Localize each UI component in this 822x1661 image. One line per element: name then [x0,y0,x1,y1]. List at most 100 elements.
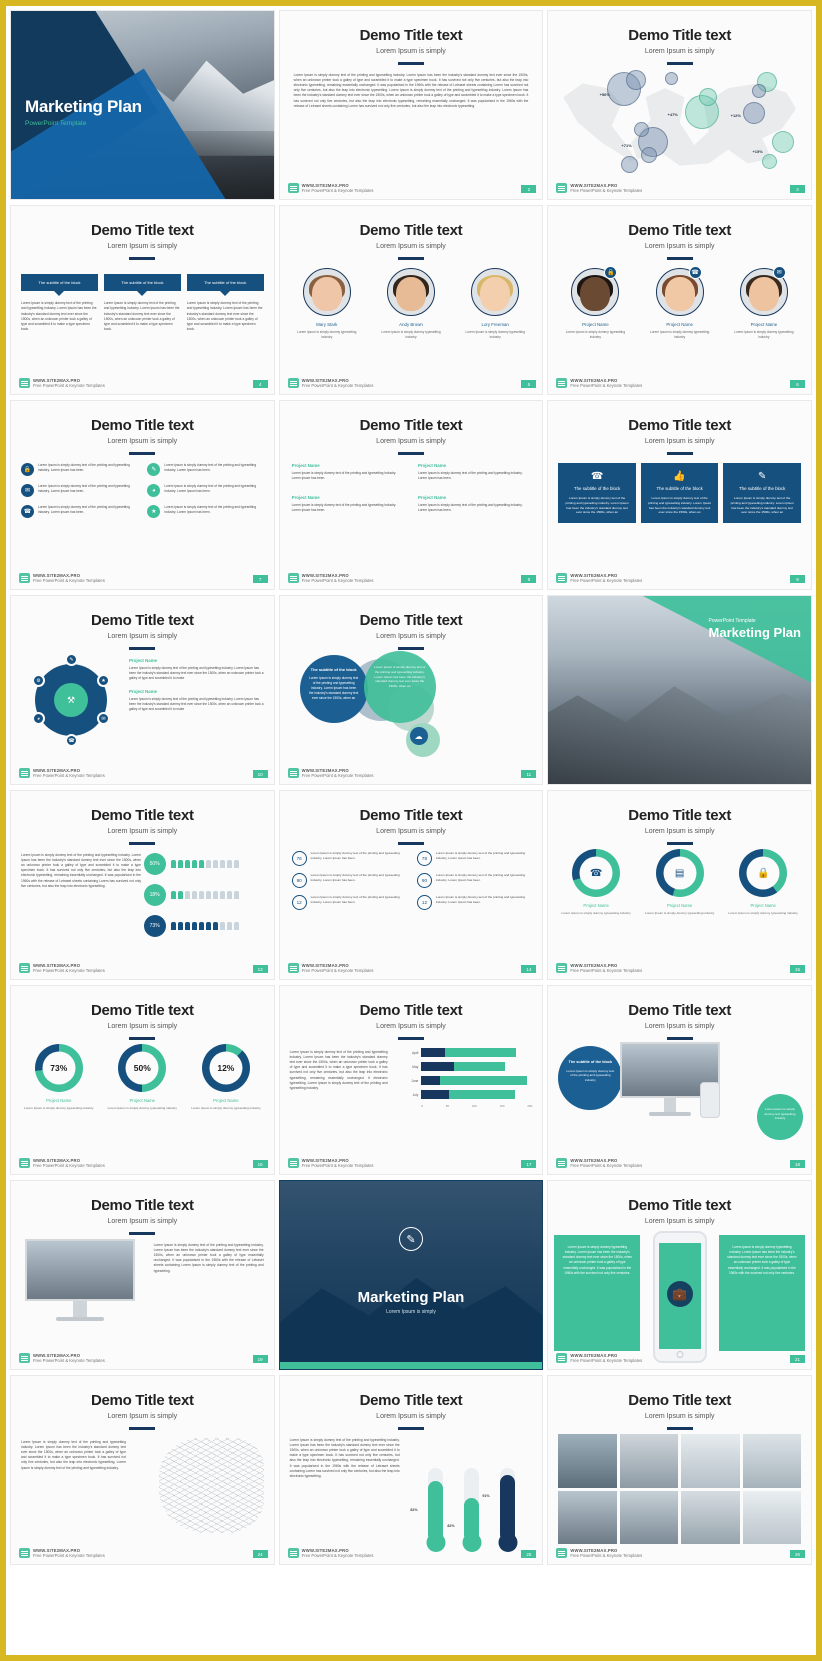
title-rule [129,1037,156,1040]
donut-desc: Lorem Ipsum is simply dummy typesetting … [107,1106,177,1110]
project-body: Lorem Ipsum is simply dummy text of the … [291,502,397,512]
briefcase-icon: ☁ [409,727,428,745]
site-logo-icon [19,1352,30,1363]
slide-thumbnail-15[interactable]: Demo Title text Lorem Ipsum is simply ☎ … [547,790,812,980]
mountain-photo [279,1181,543,1369]
slide-footer: WWW.SITE2MAX.PRO Free PowerPoint & Keyno… [556,1158,642,1169]
footer-tagline: Free PowerPoint & Keynote Templates [570,1552,643,1558]
project-title: Project Name [291,463,320,468]
slide-thumbnail-13[interactable]: Demo Title text Lorem Ipsum is simply Lo… [10,790,275,980]
slide-thumbnail-21[interactable]: Demo Title text Lorem Ipsum is simply Lo… [547,1180,812,1370]
slide-thumbnail-2[interactable]: Demo Title text Lorem Ipsum is simply Lo… [278,10,544,200]
page-title: Demo Title text [359,612,463,629]
donut-chart: 12% [201,1044,250,1092]
slide-thumbnail-9[interactable]: Demo Title text Lorem Ipsum is simply ☎ … [547,400,812,590]
donut-name: Project Name [583,903,609,908]
page-subtitle: Lorem Ipsum is simply [644,243,715,250]
world-map: +56% +47% +12% +71% +15% [558,63,801,177]
diagram-node: ★ [97,674,110,687]
donut-desc: Lorem Ipsum is simply dummy typesetting … [645,911,715,915]
slide-thumbnail-18[interactable]: Demo Title text Lorem Ipsum is simply Th… [547,985,812,1175]
item-text: Lorem Ipsum is simply dummy text of the … [38,505,130,514]
slide-thumbnail-4[interactable]: Demo Title text Lorem Ipsum is simply Th… [10,205,275,395]
monitor-stand [73,1301,87,1317]
card-body: Lorem Ipsum is simply dummy text of the … [730,496,794,515]
slide-number-badge: 15 [789,965,805,973]
bubble-body: Lorem Ipsum is simply dummy text of the … [374,665,426,689]
slide-thumbnail-24[interactable]: Demo Title text Lorem Ipsum is simply WW… [547,1375,812,1565]
member-name: Project Name [666,322,693,327]
team-member: Mary Stark Lorem Ipsum is simply dummy t… [288,268,366,340]
circle-bubble-primary: The subtitle of the block Lorem Ipsum is… [299,655,368,723]
site-logo-icon [287,377,299,388]
slide-thumbnail-14[interactable]: Demo Title text Lorem Ipsum is simply 76… [278,790,544,980]
page-subtitle: Lorem Ipsum is simply [376,243,446,250]
slide-thumbnail-1[interactable]: Marketing Plan PowerPoint Template [10,10,275,200]
gauge-bulb [498,1533,518,1552]
site-logo-icon [19,572,30,583]
slide-thumbnail-8[interactable]: Demo Title text Lorem Ipsum is simply Pr… [278,400,544,590]
map-bubble [742,101,765,124]
donut-desc: Lorem Ipsum is simply dummy typesetting … [24,1106,94,1110]
circle-bubble-secondary: Lorem Ipsum is simply dummy text of the … [363,651,436,723]
slide-thumbnail-17[interactable]: Demo Title text Lorem Ipsum is simply Lo… [278,985,544,1175]
cover-text: PowerPoint Template Marketing Plan [709,618,801,640]
info-bubble: The subtitle of the block Lorem Ipsum is… [558,1046,623,1110]
footer-tagline: Free PowerPoint & Keynote Templates [33,1357,105,1363]
footer-tagline: Free PowerPoint & Keynote Templates [301,967,374,973]
numbered-grid: 76 Lorem Ipsum is simply dummy text of t… [291,851,531,910]
percent-value: 73% [143,915,166,937]
slide-thumbnail-23[interactable]: Demo Title text Lorem Ipsum is simply Lo… [278,1375,544,1565]
donut-desc: Lorem Ipsum is simply dummy typesetting … [561,911,631,915]
map-label: +12% [730,113,741,119]
bar-category: April [411,1050,419,1055]
monitor-base [649,1112,692,1116]
footer-tagline: Free PowerPoint & Keynote Templates [33,1162,105,1168]
body-paragraph: Lorem Ipsum is simply dummy text of the … [21,853,141,888]
slide-grid: Marketing Plan PowerPoint Template Demo … [10,10,812,1565]
bubble-body: Lorem Ipsum is simply dummy text of the … [308,676,359,700]
diagram-text-column: Project Name Lorem Ipsum is simply dummy… [129,658,264,720]
bar-segment-1 [421,1062,454,1071]
number-badge: 76 [291,851,307,866]
item-text: Lorem Ipsum is simply dummy text of the … [310,873,400,882]
slide-thumbnail-11[interactable]: Demo Title text Lorem Ipsum is simply Th… [278,595,544,785]
donut-name: Project Name [213,1098,239,1103]
thermometer-chart: 82% 82% 91% [410,1434,534,1554]
phone-icon: ☎ [21,505,34,518]
map-bubble [762,154,778,170]
project-item: Project Name Lorem Ipsum is simply dummy… [418,463,530,481]
slide-thumbnail-19[interactable]: Demo Title text Lorem Ipsum is simply Lo… [10,1180,275,1370]
title-rule [129,1427,156,1430]
callout-blocks: The subtitle of the block Lorem Ipsum is… [21,274,264,333]
slide-thumbnail-3[interactable]: Demo Title text Lorem Ipsum is simply +5… [547,10,812,200]
slide-thumbnail-10[interactable]: Demo Title text Lorem Ipsum is simply ⚒ … [10,595,275,785]
gauge-bulb [462,1533,482,1552]
slide-thumbnail-6[interactable]: Demo Title text Lorem Ipsum is simply 🔒 … [547,205,812,395]
donut-item: 12% Project Name Lorem Ipsum is simply d… [186,1044,266,1111]
number-badge: 90 [291,873,307,888]
footer-tagline: Free PowerPoint & Keynote Templates [570,187,643,193]
slide-thumbnail-7[interactable]: Demo Title text Lorem Ipsum is simply 🔒 … [10,400,275,590]
people-icons [170,922,239,930]
title-rule [129,452,156,455]
title-rule [666,842,693,845]
page-title: Demo Title text [90,417,194,434]
slide-thumbnail-5[interactable]: Demo Title text Lorem Ipsum is simply Ma… [278,205,544,395]
map-label: +56% [599,91,610,97]
slide-thumbnail-16[interactable]: Demo Title text Lorem Ipsum is simply 73… [10,985,275,1175]
right-text-panel: Lorem Ipsum is simply dummy typesetting … [718,1235,805,1351]
slide-thumbnail-12[interactable]: PowerPoint Template Marketing Plan [547,595,812,785]
member-desc: Lorem Ipsum is simply dummy typesetting … [649,330,710,339]
title-rule [397,842,424,845]
bar-row: April [404,1048,532,1057]
project-title: Project Name [129,688,158,694]
member-name: Lory Freeman [481,322,509,327]
slide-thumbnail-22[interactable]: Demo Title text Lorem Ipsum is simply Lo… [10,1375,275,1565]
percent-value: 50% [143,853,166,875]
star-icon: ★ [147,505,161,518]
slide-thumbnail-20[interactable]: ✎ Marketing Plan Lorem Ipsum is simply [278,1180,544,1370]
list-item: 90 Lorem Ipsum is simply dummy text of t… [291,873,405,888]
gallery-photo [742,1490,801,1544]
bar-segment-2 [444,1048,516,1057]
